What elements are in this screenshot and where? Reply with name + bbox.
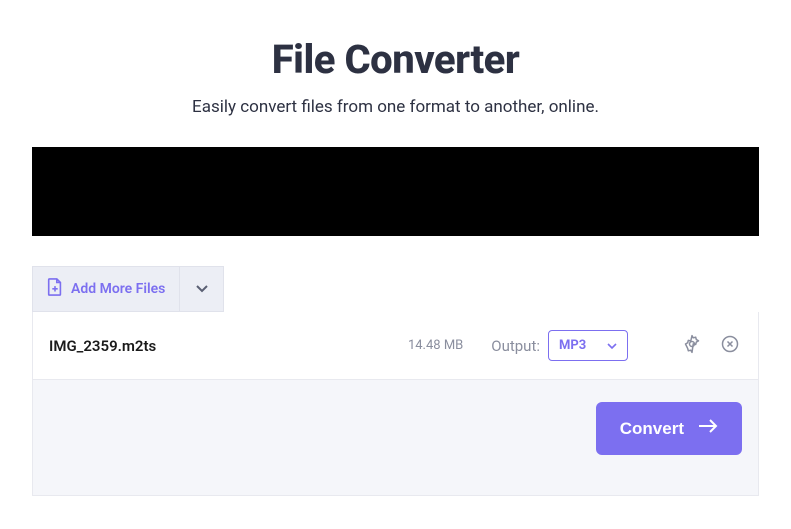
chevron-down-icon xyxy=(195,280,209,299)
chevron-down-icon xyxy=(607,336,617,355)
close-icon xyxy=(720,334,740,358)
format-select[interactable]: MP3 xyxy=(548,330,628,361)
file-row: IMG_2359.m2ts 14.48 MB Output: MP3 xyxy=(32,312,759,380)
format-select-label: MP3 xyxy=(559,338,586,353)
remove-file-button[interactable] xyxy=(718,334,742,358)
toolbar: Add More Files xyxy=(32,266,759,312)
convert-label: Convert xyxy=(620,419,684,439)
add-more-files-label: Add More Files xyxy=(71,281,165,297)
footer-row: Convert xyxy=(32,380,759,496)
file-plus-icon xyxy=(47,278,63,300)
convert-button[interactable]: Convert xyxy=(596,402,742,455)
add-more-dropdown-button[interactable] xyxy=(180,266,224,312)
app-container: File Converter Easily convert files from… xyxy=(0,0,791,496)
arrow-right-icon xyxy=(698,418,718,439)
file-size: 14.48 MB xyxy=(408,338,463,353)
output-label: Output: xyxy=(491,337,540,355)
file-name: IMG_2359.m2ts xyxy=(49,337,156,355)
ad-banner xyxy=(32,147,759,236)
page-subtitle: Easily convert files from one format to … xyxy=(0,97,791,117)
add-more-files-button[interactable]: Add More Files xyxy=(32,266,180,312)
converter-panel: Add More Files IMG_2359.m2ts 14.48 MB Ou… xyxy=(32,266,759,496)
settings-button[interactable] xyxy=(680,334,704,358)
gear-icon xyxy=(682,334,702,358)
page-title: File Converter xyxy=(0,36,791,83)
